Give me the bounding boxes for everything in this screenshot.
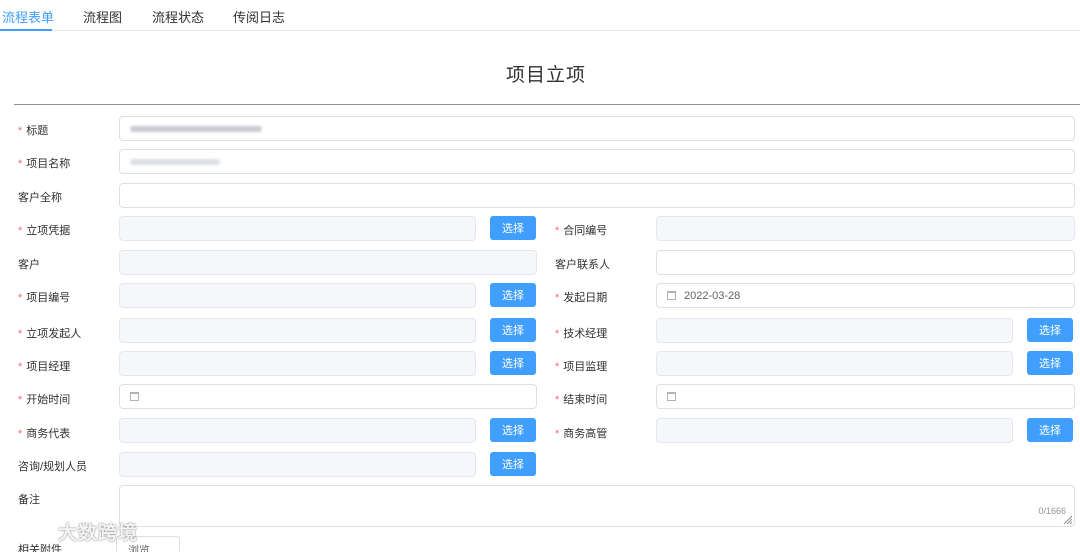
initiator-select-button[interactable]: 选择 — [490, 318, 536, 342]
start-date-label: * 发起日期 — [555, 292, 608, 304]
required-mark: * — [18, 328, 23, 340]
customer-full-name-label: 客户全称 — [18, 192, 62, 204]
customer-label: 客户 — [18, 259, 40, 271]
end-time-label: * 结束时间 — [555, 394, 608, 406]
contract-no-input[interactable] — [656, 216, 1075, 241]
required-mark: * — [18, 428, 23, 440]
basis-select-button[interactable]: 选择 — [490, 216, 536, 240]
begin-time-label: * 开始时间 — [18, 394, 71, 406]
begin-time-picker[interactable] — [119, 384, 537, 409]
project-manager-select-button[interactable]: 选择 — [490, 351, 536, 375]
required-mark: * — [555, 292, 560, 304]
redacted-text — [130, 125, 262, 132]
consultant-input[interactable] — [119, 452, 476, 477]
required-mark: * — [555, 394, 560, 406]
tab-bar: 流程表单 流程图 流程状态 传阅日志 — [0, 0, 1080, 31]
required-mark: * — [18, 225, 23, 237]
business-exec-label: * 商务高管 — [555, 428, 608, 440]
contract-no-label: * 合同编号 — [555, 225, 608, 237]
customer-contact-label: 客户联系人 — [555, 259, 610, 271]
remark-label: 备注 — [18, 494, 40, 506]
title-divider — [14, 104, 1080, 105]
calendar-icon — [667, 392, 676, 401]
required-mark: * — [18, 394, 23, 406]
consultant-label: 咨询/规划人员 — [18, 461, 88, 473]
end-time-picker[interactable] — [656, 384, 1075, 409]
tab-flow-chart[interactable]: 流程图 — [83, 7, 122, 26]
required-mark: * — [18, 361, 23, 373]
tech-manager-input[interactable] — [656, 318, 1013, 343]
project-manager-input[interactable] — [119, 351, 476, 376]
title-label: * 标题 — [18, 125, 49, 137]
tab-flow-status[interactable]: 流程状态 — [152, 7, 204, 26]
title-input[interactable] — [119, 116, 1075, 141]
watermark-logo-icon — [9, 524, 50, 538]
project-name-label: * 项目名称 — [18, 158, 71, 170]
customer-full-name-input[interactable] — [119, 183, 1075, 208]
form-title: 项目立项 — [505, 65, 586, 86]
business-rep-input[interactable] — [119, 418, 476, 443]
project-no-select-button[interactable]: 选择 — [490, 283, 536, 307]
project-no-label: * 项目编号 — [18, 292, 71, 304]
tab-circulation-log[interactable]: 传阅日志 — [233, 7, 285, 26]
project-no-input[interactable] — [119, 283, 476, 308]
resize-handle-icon[interactable] — [1062, 514, 1072, 524]
required-mark: * — [18, 125, 23, 137]
watermark-text: 大数跨境 — [58, 523, 139, 544]
redacted-text — [130, 158, 220, 165]
business-rep-label: * 商务代表 — [18, 428, 71, 440]
calendar-icon — [130, 392, 139, 401]
project-name-input[interactable] — [119, 149, 1075, 174]
consultant-select-button[interactable]: 选择 — [490, 452, 536, 476]
required-mark: * — [18, 292, 23, 304]
business-exec-select-button[interactable]: 选择 — [1027, 418, 1073, 442]
start-date-picker[interactable]: 2022-03-28 — [656, 283, 1075, 308]
active-tab-indicator — [0, 29, 52, 31]
tech-manager-label: * 技术经理 — [555, 328, 608, 340]
customer-contact-input[interactable] — [656, 250, 1075, 275]
business-rep-select-button[interactable]: 选择 — [490, 418, 536, 442]
required-mark: * — [555, 328, 560, 340]
watermark: 大数跨境 — [8, 518, 138, 545]
basis-input[interactable] — [119, 216, 476, 241]
tech-manager-select-button[interactable]: 选择 — [1027, 318, 1073, 342]
customer-input[interactable] — [119, 250, 537, 275]
start-date-value: 2022-03-28 — [684, 289, 741, 302]
project-supervisor-input[interactable] — [656, 351, 1013, 376]
project-manager-label: * 项目经理 — [18, 361, 71, 373]
required-mark: * — [18, 158, 23, 170]
remark-textarea[interactable]: 0/1666 — [119, 485, 1075, 527]
initiator-label: * 立项发起人 — [18, 328, 82, 340]
required-mark: * — [555, 225, 560, 237]
required-mark: * — [555, 361, 560, 373]
calendar-icon — [667, 291, 676, 300]
tab-flow-form[interactable]: 流程表单 — [2, 7, 54, 26]
basis-label: * 立项凭据 — [18, 225, 71, 237]
required-mark: * — [555, 428, 560, 440]
project-supervisor-select-button[interactable]: 选择 — [1027, 351, 1073, 375]
initiator-input[interactable] — [119, 318, 476, 343]
business-exec-input[interactable] — [656, 418, 1013, 443]
project-supervisor-label: * 项目监理 — [555, 361, 608, 373]
